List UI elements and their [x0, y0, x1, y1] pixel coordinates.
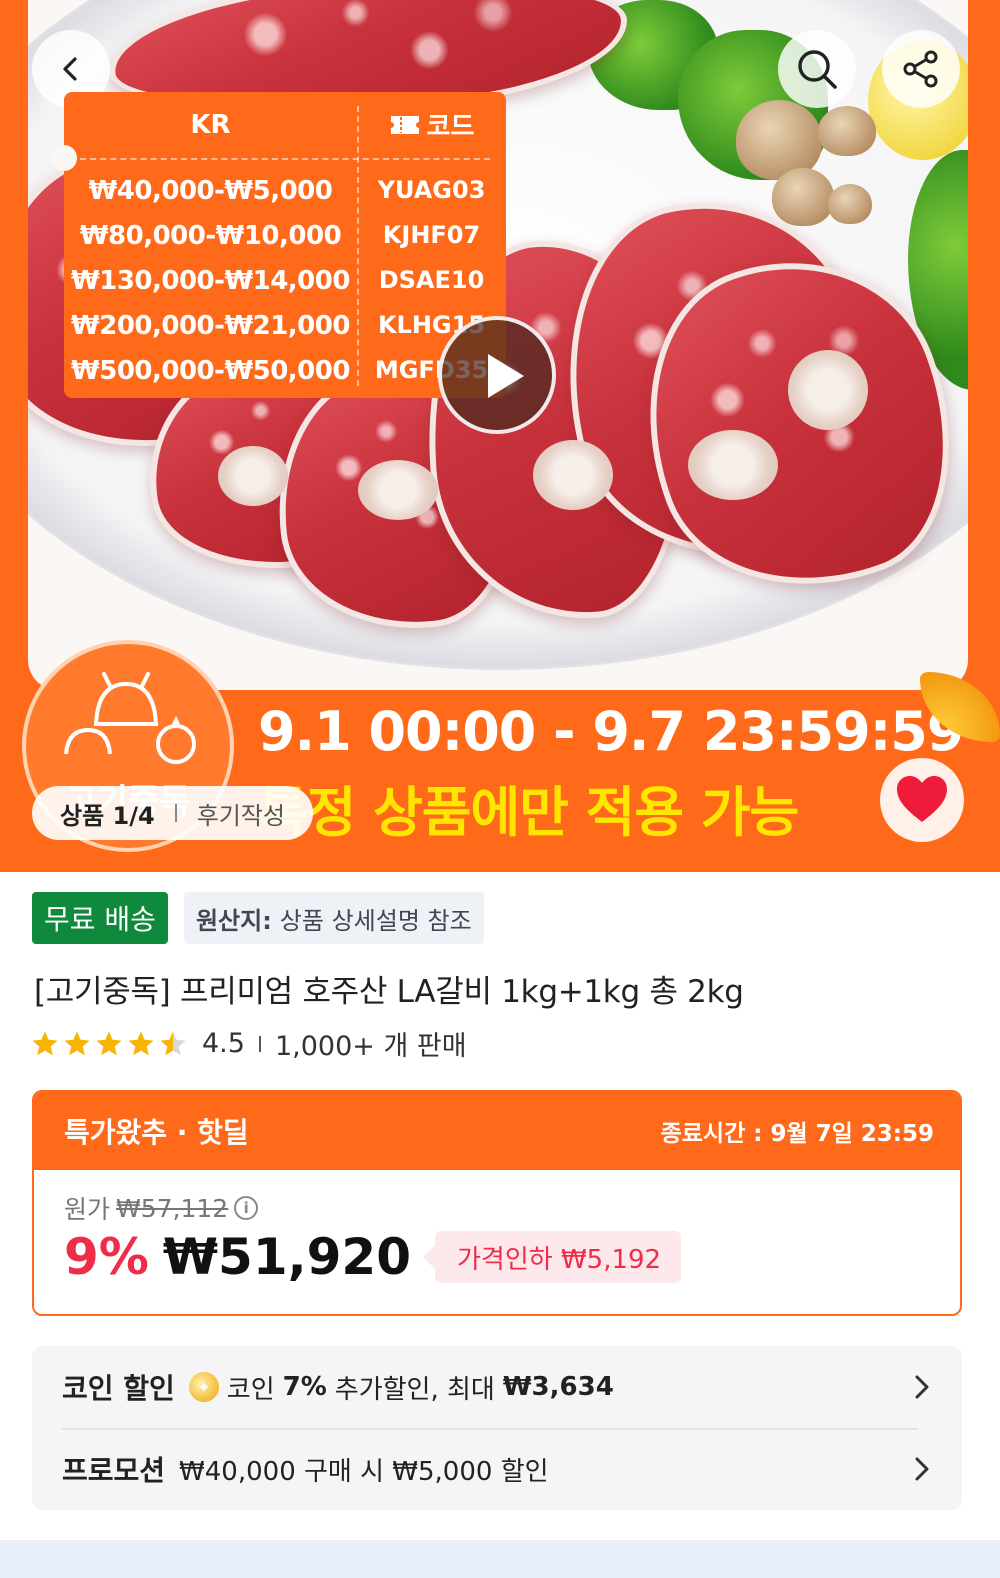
play-video-button[interactable]: [438, 316, 556, 434]
product-image-carousel[interactable]: KR 코드 ₩40,000-₩5,000 YUAG03 ₩80,000-₩10,…: [0, 0, 1000, 872]
promotions-panel: 코인 할인 ✦ 코인 7% 추가할인, 최대 ₩3,634 프로모션 ₩40,0…: [32, 1346, 962, 1510]
sold-count: 1,000+ 개 판매: [274, 1031, 467, 1062]
coupon-code-table: KR 코드 ₩40,000-₩5,000 YUAG03 ₩80,000-₩10,…: [51, 92, 506, 398]
coin-icon: ✦: [188, 1372, 219, 1402]
coin-prefix: 코인: [226, 1374, 275, 1405]
coupon-amount: ₩200,000-₩21,000: [71, 311, 350, 341]
star-icon: [64, 1031, 90, 1055]
deal-header: 특가왔추 · 핫딜 종료시간 : 9월 7일 23:59: [34, 1092, 960, 1170]
divider: [174, 804, 177, 822]
event-period: 9.1 00:00 - 9.7 23:59:59: [258, 700, 964, 763]
product-title: [고기중독] 프리미엄 호주산 LA갈비 1kg+1kg 총 2kg: [34, 974, 744, 1010]
share-icon: [903, 50, 938, 88]
write-review-link[interactable]: 후기작성: [197, 796, 285, 831]
deal-title: 특가왔추 · 핫딜: [64, 1116, 249, 1149]
coin-percent: 7%: [282, 1372, 327, 1402]
discount-percent: 9%: [64, 1228, 149, 1286]
image-counter: 상품 1/4: [60, 801, 155, 830]
origin-badge: 원산지: 상품 상세설명 참조: [183, 892, 484, 944]
info-icon[interactable]: i: [234, 1196, 259, 1220]
original-price: ₩57,112: [116, 1193, 229, 1223]
original-price-row: 원가 ₩57,112 i: [64, 1190, 259, 1226]
origin-label: 원산지:: [195, 906, 272, 935]
coupon-amount: ₩130,000-₩14,000: [71, 266, 350, 296]
wishlist-button[interactable]: [880, 758, 964, 842]
back-icon: [63, 57, 77, 81]
chevron-right-icon: [915, 1457, 929, 1481]
star-icon: [32, 1031, 58, 1055]
price-cut-badge: 가격인하 ₩5,192: [422, 1231, 682, 1283]
coupon-amount: ₩500,000-₩50,000: [71, 356, 350, 386]
star-icon: [96, 1031, 122, 1055]
next-section-edge: [0, 1540, 1000, 1578]
star-rating: [30, 1029, 188, 1059]
divider: [258, 1035, 261, 1052]
promotion-label: 프로모션: [62, 1454, 166, 1487]
search-icon: [798, 50, 837, 89]
product-badges: 무료 배송 원산지: 상품 상세설명 참조: [32, 892, 484, 944]
coupon-code: YUAG03: [377, 176, 486, 204]
search-button[interactable]: [778, 30, 856, 108]
coin-discount-label: 코인 할인: [62, 1372, 175, 1405]
promotion-row[interactable]: 프로모션 ₩40,000 구매 시 ₩5,000 할인: [62, 1428, 932, 1510]
coin-text: 추가할인, 최대: [334, 1374, 495, 1405]
original-price-label: 원가: [64, 1195, 111, 1224]
coupon-code: KJHF07: [382, 221, 481, 249]
star-icon: [128, 1031, 154, 1055]
sale-price: ₩51,920: [162, 1228, 411, 1286]
half-star-icon: [160, 1031, 186, 1055]
chevron-right-icon: [915, 1375, 929, 1399]
coupon-header-region: KR: [190, 110, 231, 140]
image-counter-pill: 상품 1/4 후기작성: [32, 786, 314, 840]
event-note: 특정 상품에만 적용 가능: [258, 781, 799, 844]
price-row: 9% ₩51,920 가격인하 ₩5,192: [64, 1228, 682, 1286]
share-button[interactable]: [882, 30, 960, 108]
promotion-text: ₩40,000 구매 시 ₩5,000 할인: [179, 1456, 549, 1487]
rating-row[interactable]: 4.5 1,000+ 개 판매: [30, 1024, 467, 1063]
coin-max: ₩3,634: [502, 1372, 614, 1402]
hot-deal-box: 특가왔추 · 핫딜 종료시간 : 9월 7일 23:59 원가 ₩57,112 …: [32, 1090, 962, 1316]
free-shipping-badge: 무료 배송: [32, 892, 168, 944]
origin-value: 상품 상세설명 참조: [279, 906, 472, 935]
coin-discount-row[interactable]: 코인 할인 ✦ 코인 7% 추가할인, 최대 ₩3,634: [62, 1346, 932, 1428]
coupon-code: DSAE10: [378, 266, 485, 294]
ticket-icon: [390, 115, 419, 134]
heart-icon: [897, 776, 947, 822]
coupon-header-code: 코드: [357, 106, 506, 143]
coupon-amount: ₩80,000-₩10,000: [79, 221, 342, 251]
coupon-amount: ₩40,000-₩5,000: [88, 176, 333, 206]
rating-value: 4.5: [202, 1028, 245, 1059]
deal-end-time: 종료시간 : 9월 7일 23:59: [660, 1121, 934, 1147]
